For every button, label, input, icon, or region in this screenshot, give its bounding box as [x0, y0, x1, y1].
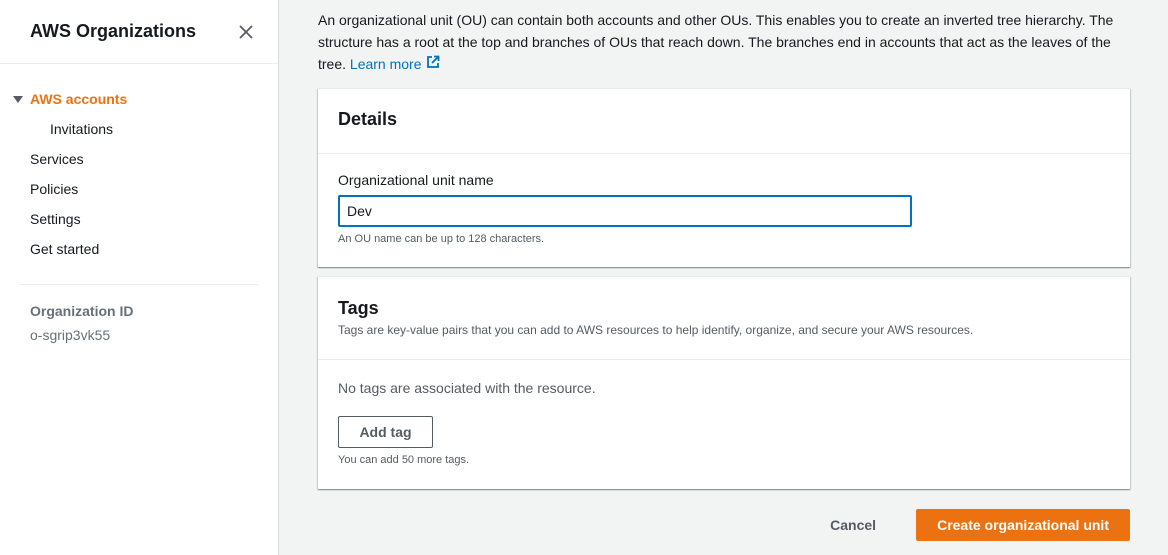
- tags-body: No tags are associated with the resource…: [318, 360, 1130, 484]
- sidebar-item-invitations[interactable]: Invitations: [0, 114, 278, 144]
- tags-hint: You can add 50 more tags.: [338, 454, 470, 466]
- details-title: Details: [338, 109, 398, 129]
- sidebar-item-label: Settings: [30, 211, 81, 227]
- main-content: An organizational unit (OU) can contain …: [279, 0, 1168, 555]
- side-navigation: AWS Organizations AWS accounts Invitatio…: [0, 0, 279, 555]
- tags-panel: Tags Tags are key-value pairs that you c…: [318, 276, 1130, 489]
- ou-name-label: Organizational unit name: [338, 172, 494, 188]
- sidebar-item-label: Policies: [30, 181, 79, 197]
- sidebar-item-aws-accounts[interactable]: AWS accounts: [0, 84, 278, 114]
- add-tag-button[interactable]: Add tag: [338, 416, 433, 448]
- organization-id-label: Organization ID: [30, 303, 134, 319]
- ou-name-hint: An OU name can be up to 128 characters.: [338, 233, 545, 245]
- sidebar-header: AWS Organizations: [0, 0, 278, 64]
- tags-header: Tags Tags are key-value pairs that you c…: [318, 277, 1130, 360]
- sidebar-nav: AWS accounts Invitations Services Polici…: [0, 64, 278, 264]
- sidebar-title: AWS Organizations: [30, 21, 197, 41]
- sidebar-item-policies[interactable]: Policies: [0, 174, 278, 204]
- tags-title: Tags: [338, 298, 379, 318]
- tags-empty-message: No tags are associated with the resource…: [338, 380, 596, 396]
- ou-name-input[interactable]: [338, 195, 912, 227]
- close-icon[interactable]: [236, 22, 256, 42]
- create-ou-button[interactable]: Create organizational unit: [916, 509, 1130, 541]
- sidebar-item-label: AWS accounts: [30, 91, 128, 107]
- cancel-button[interactable]: Cancel: [818, 517, 888, 533]
- details-panel: Details Organizational unit name An OU n…: [318, 88, 1130, 267]
- sidebar-item-services[interactable]: Services: [0, 144, 278, 174]
- sidebar-item-settings[interactable]: Settings: [0, 204, 278, 234]
- details-body: Organizational unit name An OU name can …: [318, 154, 1130, 263]
- sidebar-item-get-started[interactable]: Get started: [0, 234, 278, 264]
- tags-description: Tags are key-value pairs that you can ad…: [338, 323, 974, 337]
- learn-more-label: Learn more: [349, 56, 422, 72]
- caret-down-icon[interactable]: [12, 93, 24, 105]
- organization-id-block: Organization ID o-sgrip3vk55: [0, 285, 278, 343]
- details-header: Details: [318, 89, 1130, 154]
- sidebar-item-label: Invitations: [50, 121, 114, 137]
- learn-more-link[interactable]: Learn more: [350, 53, 440, 75]
- form-actions: Cancel Create organizational unit: [818, 509, 1130, 541]
- intro-paragraph: An organizational unit (OU) can contain …: [318, 9, 1138, 75]
- sidebar-item-label: Services: [30, 151, 84, 167]
- sidebar-item-label: Get started: [30, 241, 100, 257]
- external-link-icon: [426, 53, 440, 75]
- organization-id-value: o-sgrip3vk55: [30, 327, 111, 343]
